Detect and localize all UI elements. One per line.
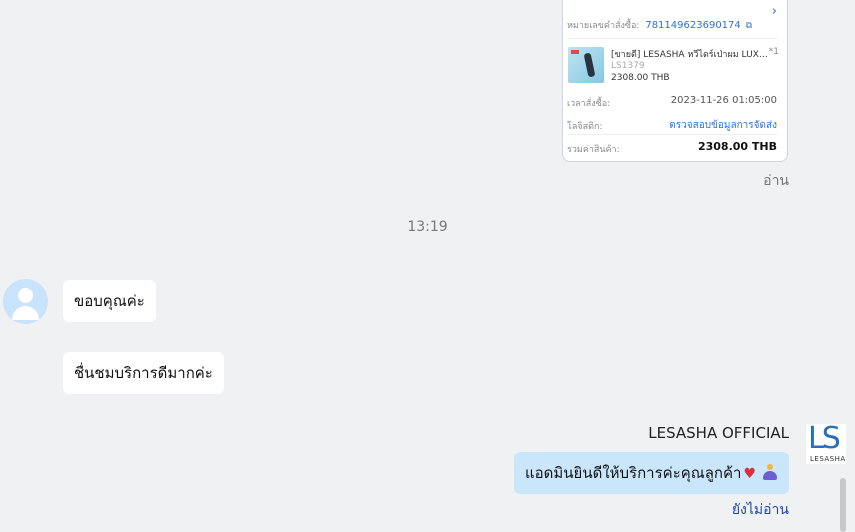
unread-status: ยังไม่อ่าน: [731, 502, 789, 518]
brand-logo-mark: LS: [808, 424, 841, 456]
red-heart-emoji: ♥: [743, 466, 756, 482]
brand-logo[interactable]: LS LESASHA: [806, 424, 846, 464]
copy-icon[interactable]: ⧉: [746, 21, 752, 31]
logistics-link[interactable]: ตรวจสอบข้อมูลการจัดส่ง: [669, 118, 777, 133]
product-name[interactable]: [ขายดี] LESASHA หวีไดร์เป่าผม LUXE H...: [611, 47, 771, 61]
divider: [567, 134, 777, 135]
divider: [567, 38, 777, 39]
logistics-label: โลจิสติก:: [567, 122, 603, 132]
product-image: [568, 47, 604, 83]
order-number-label: หมายเลขคำสั่งซื้อ:: [567, 21, 640, 31]
product-sku: LS1379: [611, 61, 645, 71]
incoming-message-bubble[interactable]: ขอบคุณค่ะ: [63, 280, 156, 322]
brand-logo-wordmark: LESASHA: [810, 455, 846, 463]
order-card[interactable]: › หมายเลขคำสั่งซื้อ: 781149623690174 ⧉ […: [562, 0, 788, 162]
order-total: 2308.00 THB: [697, 140, 777, 153]
user-avatar-icon[interactable]: [3, 279, 48, 324]
product-quantity: *1: [768, 47, 779, 57]
outgoing-message-bubble[interactable]: แอดมินยินดีให้บริการค่ะคุณลูกค้า ♥: [513, 452, 789, 494]
order-time-label: เวลาสั่งซื้อ:: [567, 99, 611, 109]
scrollbar[interactable]: [840, 478, 846, 532]
product-price: 2308.00 THB: [611, 73, 670, 83]
order-time: 2023-11-26 01:05:00: [670, 95, 777, 106]
total-label: รวมค่าสินค้า:: [567, 145, 620, 155]
incoming-message-bubble[interactable]: ชื่นชมบริการดีมากค่ะ: [63, 352, 224, 394]
order-number-row: หมายเลขคำสั่งซื้อ: 781149623690174 ⧉: [567, 18, 752, 32]
folded-hands-emoji: [762, 464, 778, 480]
chevron-right-icon[interactable]: ›: [772, 4, 777, 19]
chat-timestamp: 13:19: [407, 219, 448, 235]
order-number[interactable]: 781149623690174: [645, 20, 740, 31]
read-status: อ่าน: [763, 173, 789, 189]
sender-name: LESASHA OFFICIAL: [648, 424, 789, 442]
outgoing-message-text: แอดมินยินดีให้บริการค่ะคุณลูกค้า: [524, 464, 742, 482]
